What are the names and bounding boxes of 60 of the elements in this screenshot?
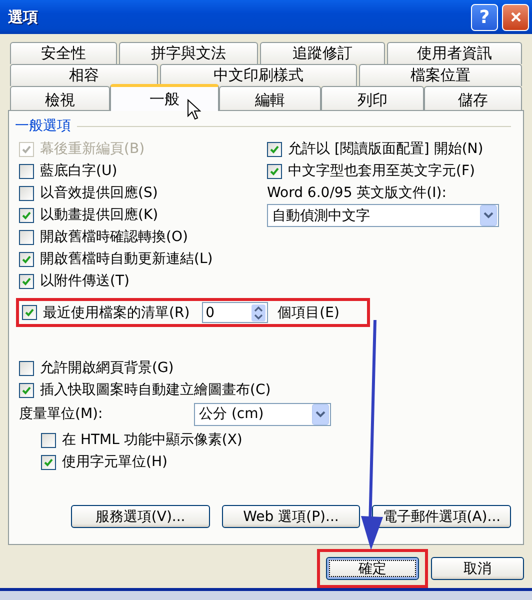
tab[interactable]: 安全性 — [10, 42, 117, 64]
tab[interactable]: 追蹤修訂 — [260, 42, 385, 64]
checkbox-label: 最近使用檔案的清單(R) — [43, 304, 190, 322]
checkbox-label: 中文字型也套用至英文字元(F) — [288, 162, 475, 180]
check-icon — [21, 144, 32, 154]
checkbox-label: 使用字元單位(H) — [62, 453, 168, 471]
checkbox-label: 允許以 [閱讀版面配置] 開始(N) — [288, 140, 484, 158]
close-button[interactable] — [502, 4, 529, 30]
checkbox[interactable] — [19, 382, 34, 398]
check-icon — [269, 144, 280, 154]
window-title: 選項 — [8, 8, 38, 26]
checkbox-label: 插入快取圖案時自動建立繪圖畫布(C) — [40, 381, 271, 399]
tab[interactable]: 拼字與文法 — [119, 42, 258, 64]
checkbox-label: 開啟舊檔時自動更新連結(L) — [40, 250, 213, 268]
check-icon — [24, 307, 35, 318]
check-icon — [21, 210, 32, 220]
close-icon — [510, 11, 522, 23]
checkbox[interactable] — [41, 432, 56, 448]
options-button[interactable]: Web 選項(P)... — [222, 505, 360, 528]
checkbox[interactable] — [19, 360, 34, 376]
check-icon — [21, 254, 32, 264]
checkbox-label: 以附件傳送(T) — [40, 272, 130, 290]
checkbox[interactable] — [19, 208, 34, 222]
spinner-suffix: 個項目(E) — [278, 304, 340, 322]
field-label: Word 6.0/95 英文版文件(I): — [267, 184, 448, 203]
tab[interactable]: 中文印刷樣式 — [160, 64, 357, 86]
checkbox[interactable] — [41, 454, 56, 470]
check-icon — [269, 166, 280, 176]
check-icon — [21, 384, 32, 396]
checkbox[interactable] — [19, 252, 34, 266]
options-button[interactable]: 服務選項(V)... — [71, 505, 210, 528]
tab[interactable]: 相容 — [10, 64, 158, 86]
checkbox[interactable] — [22, 305, 37, 320]
checkbox-label: 在 HTML 功能中顯示像素(X) — [62, 431, 242, 449]
cancel-button[interactable]: 取消 — [431, 557, 524, 580]
checkbox[interactable] — [19, 186, 34, 200]
checkbox-label: 開啟舊檔時確認轉換(O) — [40, 228, 188, 246]
checkbox[interactable] — [267, 164, 282, 178]
checkbox-label: 幕後重新編頁(B) — [40, 140, 145, 158]
checkbox[interactable] — [19, 274, 34, 288]
tab[interactable]: 檔案位置 — [359, 64, 522, 86]
checkbox-label: 以音效提供回應(S) — [40, 184, 158, 202]
check-icon — [43, 456, 54, 468]
options-button[interactable]: 電子郵件選項(A)... — [372, 505, 512, 528]
ok-button[interactable]: 確定 — [326, 557, 419, 580]
group-label: 一般選項 — [15, 117, 71, 135]
dropdown[interactable]: 公分 (cm) — [194, 402, 331, 426]
check-icon — [21, 276, 32, 286]
checkbox[interactable] — [267, 142, 282, 156]
tab[interactable]: 使用者資訊 — [387, 42, 522, 64]
help-button[interactable]: ? — [471, 4, 498, 30]
checkbox[interactable] — [19, 164, 34, 178]
number-spinner[interactable]: 0 — [202, 302, 268, 323]
field-label: 度量單位(M): — [19, 405, 104, 423]
checkbox-label: 以動畫提供回應(K) — [40, 206, 158, 224]
checkbox[interactable] — [19, 230, 34, 244]
checkbox-label: 允許開啟網頁背景(G) — [40, 359, 174, 377]
checkbox-label: 藍底白字(U) — [40, 162, 118, 180]
dropdown[interactable]: 自動偵測中文字 — [267, 204, 499, 227]
tab[interactable]: 一般 — [110, 84, 219, 111]
